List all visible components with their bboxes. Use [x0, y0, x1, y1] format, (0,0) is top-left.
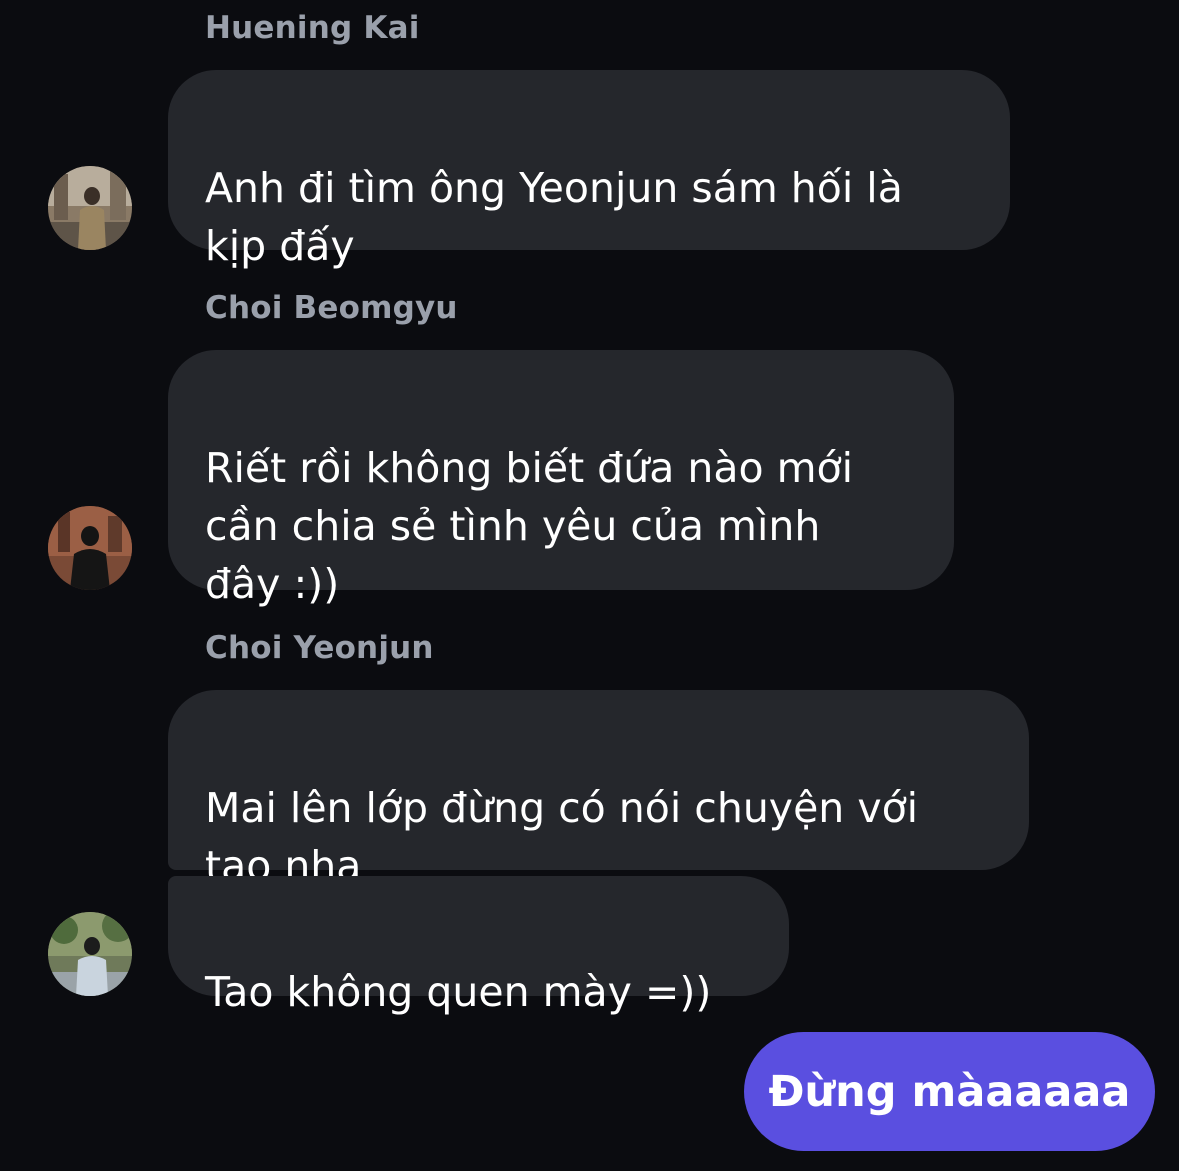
avatar-choi-yeonjun[interactable] — [48, 912, 132, 996]
message-text: Anh đi tìm ông Yeonjun sám hối là kịp đấ… — [205, 164, 903, 270]
avatar-choi-beomgyu[interactable] — [48, 506, 132, 590]
sender-name-huening-kai: Huening Kai — [205, 10, 420, 46]
avatar-photo-icon — [48, 166, 132, 250]
message-bubble[interactable]: Anh đi tìm ông Yeonjun sám hối là kịp đấ… — [168, 70, 1010, 270]
avatar-photo-icon — [48, 912, 132, 996]
outgoing-message-bubble[interactable]: Đừng màaaaaa — [744, 1032, 1155, 1151]
avatar-huening-kai[interactable] — [48, 166, 132, 250]
message-bubble[interactable]: Mai lên lớp đừng có nói chuyện với tao n… — [168, 690, 1029, 890]
message-bubble[interactable]: Riết rồi không biết đứa nào mới cần chia… — [168, 350, 954, 608]
message-text: Tao không quen mày =)) — [205, 968, 712, 1016]
message-text: Đừng màaaaaa — [768, 1066, 1131, 1117]
message-bubble[interactable]: Tao không quen mày =)) — [168, 876, 789, 1016]
sender-name-choi-beomgyu: Choi Beomgyu — [205, 290, 458, 326]
avatar-photo-icon — [48, 506, 132, 590]
message-text: Mai lên lớp đừng có nói chuyện với tao n… — [205, 784, 919, 890]
sender-name-choi-yeonjun: Choi Yeonjun — [205, 630, 434, 666]
message-text: Riết rồi không biết đứa nào mới cần chia… — [205, 444, 853, 608]
